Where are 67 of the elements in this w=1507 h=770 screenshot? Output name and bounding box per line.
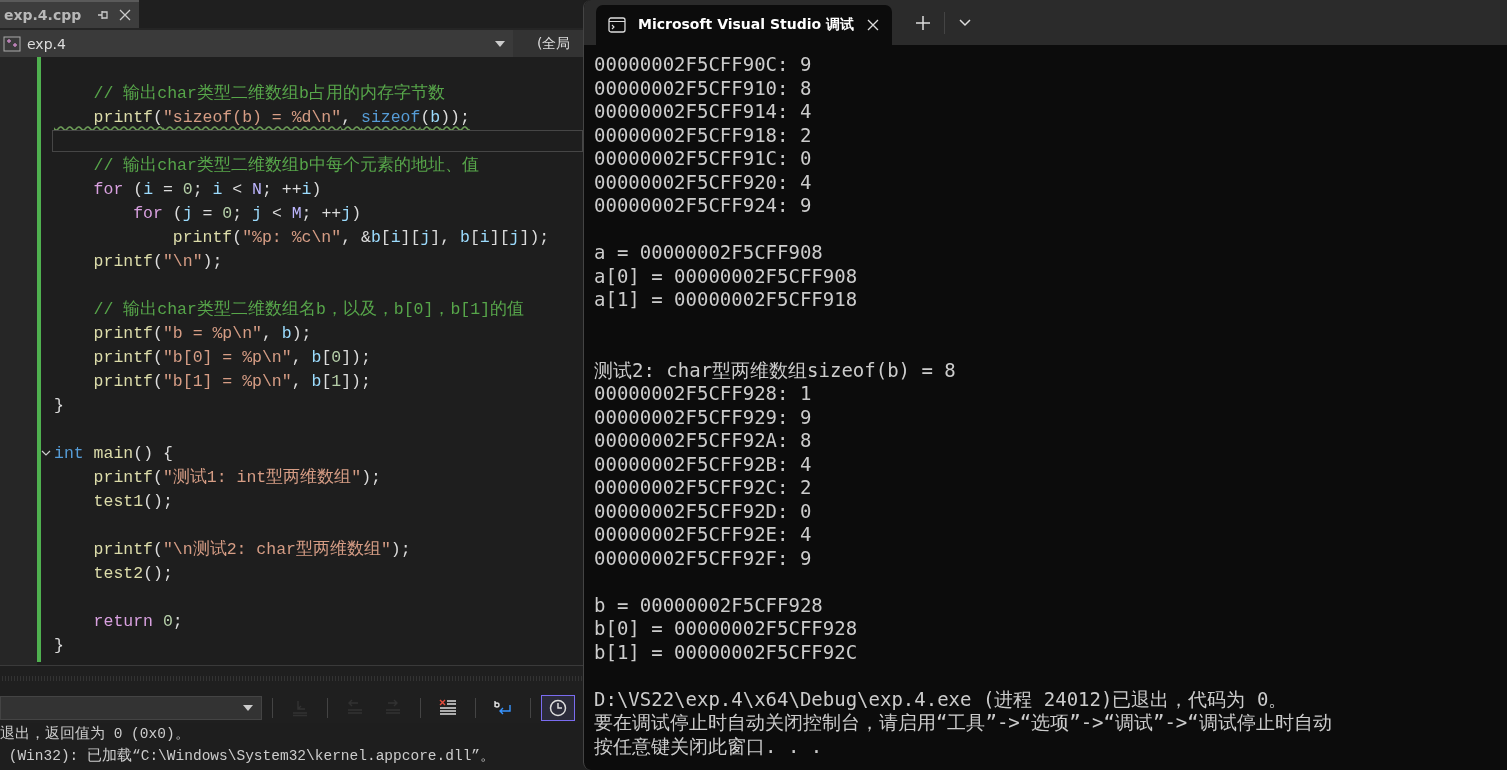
- document-tab[interactable]: exp.4.cpp: [0, 0, 140, 28]
- code-line: test1();: [92, 491, 173, 511]
- code-line: printf("b[0] = %p\n", b[0]);: [92, 347, 371, 367]
- console-line: 00000002F5CFF92F: 9: [594, 546, 812, 569]
- console-line: 00000002F5CFF92A: 8: [594, 429, 812, 451]
- caret-icon: [495, 40, 505, 47]
- project-dropdown[interactable]: exp.4: [0, 30, 513, 57]
- project-name: exp.4: [27, 35, 67, 52]
- console-line: 00000002F5CFF92D: 0: [594, 499, 812, 522]
- code-line: // 输出char类型二维数组b中每个元素的地址、值: [92, 155, 479, 176]
- close-icon[interactable]: [119, 9, 132, 21]
- console-line: 00000002F5CFF920: 4: [594, 170, 812, 193]
- code-line: for (i = 0; i < N; ++i): [92, 179, 322, 199]
- code-line: printf("b[1] = %p\n", b[1]);: [92, 371, 371, 391]
- code-line: printf("\n");: [92, 251, 223, 271]
- console-line: 00000002F5CFF910: 8: [594, 76, 812, 99]
- terminal-tab[interactable]: Microsoft Visual Studio 调试: [596, 5, 892, 45]
- clear-icon: [438, 699, 458, 717]
- output-line: (Win32): 已加载“C:\Windows\System32\kernel.appcore.dll”。: [7, 746, 497, 766]
- console-line: 00000002F5CFF90C: 9: [594, 53, 812, 75]
- console-line: 00000002F5CFF924: 9: [594, 194, 812, 216]
- console-line: 00000002F5CFF914: 4: [594, 100, 812, 122]
- code-line: }: [54, 635, 64, 655]
- console-line: 要在调试停止时自动关闭控制台，请启用“工具”->“选项”->“调试”->“调试停止时自动: [594, 711, 1332, 733]
- console-line: a = 00000002F5CFF908: [594, 241, 823, 263]
- code-line: printf("%p: %c\n", &b[i][j], b[i][j]);: [171, 227, 550, 247]
- console-line: 按任意键关闭此窗口. . .: [594, 734, 823, 757]
- project-icon: [3, 35, 21, 52]
- console-line: a[0] = 00000002F5CFF908: [594, 264, 858, 287]
- console-icon: [608, 17, 626, 33]
- console-line: 00000002F5CFF92B: 4: [594, 452, 812, 475]
- console-line: 00000002F5CFF92E: 4: [594, 523, 812, 545]
- new-tab-icon[interactable]: [916, 15, 930, 30]
- console-line: 00000002F5CFF92C: 2: [594, 476, 812, 498]
- console-line: D:\VS22\exp.4\x64\Debug\exp.4.exe (进程 24012)已退出，代码为 0。: [594, 687, 1288, 710]
- code-line: int main() {: [54, 443, 173, 463]
- pin-icon[interactable]: [97, 9, 110, 21]
- code-line: }: [54, 395, 64, 415]
- code-line: // 输出char类型二维数组b占用的内存字节数: [92, 82, 445, 104]
- output-line: 退出，返回值为 0 (0x0)。: [0, 724, 191, 744]
- console-line: b = 00000002F5CFF928: [594, 593, 823, 616]
- console-line: a[1] = 00000002F5CFF918: [594, 288, 858, 310]
- console-line: 测试2: char型两维数组sizeof(b) = 8: [594, 358, 956, 381]
- console-line: 00000002F5CFF918: 2: [594, 123, 812, 146]
- caret-icon: [243, 705, 253, 711]
- code-line: for (j = 0; j < M; ++j): [132, 203, 362, 223]
- code-line: test2();: [92, 563, 173, 583]
- code-line: printf("\n测试2: char型两维数组");: [92, 539, 411, 560]
- word-wrap-icon: [493, 699, 513, 717]
- console-line: 00000002F5CFF929: 9: [594, 405, 812, 428]
- collapse-icon[interactable]: [41, 450, 51, 457]
- console-line: b[0] = 00000002F5CFF928: [594, 617, 858, 639]
- chevron-down-icon[interactable]: [959, 18, 971, 27]
- code-line: // 输出char类型二维数组名b，以及，b[0]，b[1]的值: [92, 299, 525, 320]
- code-line: printf("测试1: int型两维数组");: [92, 467, 381, 488]
- terminal-tab-title: Microsoft Visual Studio 调试: [638, 16, 854, 34]
- code-line: return 0;: [92, 611, 183, 631]
- timestamp-button[interactable]: [541, 695, 575, 721]
- console-line: 00000002F5CFF91C: 0: [594, 147, 812, 169]
- close-icon[interactable]: [866, 18, 880, 32]
- console-line: 00000002F5CFF928: 1: [594, 382, 812, 404]
- scope-dropdown[interactable]: (全局: [513, 30, 583, 57]
- clock-icon: [548, 699, 568, 717]
- tab-title: exp.4.cpp: [4, 7, 82, 23]
- code-line: printf("b = %p\n", b);: [92, 323, 312, 343]
- code-line: printf("sizeof(b) = %d\n", sizeof(b));: [92, 107, 470, 127]
- console-line: b[1] = 00000002F5CFF92C: [594, 640, 858, 663]
